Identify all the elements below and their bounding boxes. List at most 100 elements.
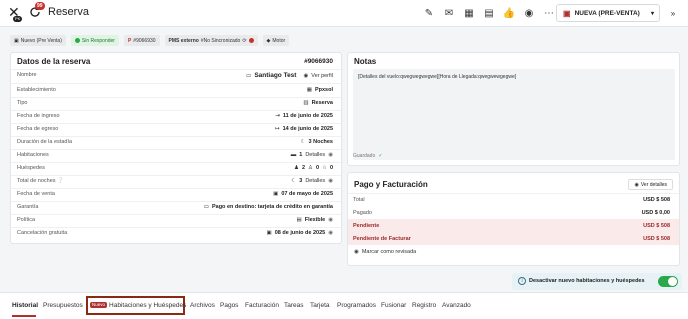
row-huespedes: Huéspedes ♟ 2 ♙ 0 ♘ 0 [11, 162, 341, 174]
saved-status: Guardado ✓ [353, 153, 382, 159]
row-cancelacion: Cancelación gratuita ▣ 08 de junio de 202… [11, 227, 341, 239]
bed-icon: ▬ [290, 152, 297, 158]
ver-perfil-link[interactable]: Ver perfil [311, 73, 333, 79]
expand-button[interactable]: » [664, 4, 682, 22]
toggle-banner: i Desactivar nuevo habitaciones y huéspe… [512, 273, 682, 290]
tag-id[interactable]: P #9066930 [123, 35, 160, 46]
tag-label: Sin Responder [81, 37, 115, 44]
close-badge: PK [13, 16, 23, 22]
saved-label: Guardado [353, 153, 376, 159]
notas-title: Notas [354, 57, 377, 66]
row-label: Garantía [17, 204, 39, 210]
tab-archivos[interactable]: Archivos [190, 302, 215, 309]
tab-registro[interactable]: Registro [412, 302, 436, 309]
toggle-switch[interactable] [658, 276, 678, 287]
tab-facturacion[interactable]: Facturación [245, 302, 279, 309]
sync-icon: ⟳ [242, 37, 247, 44]
row-label: Total de noches [17, 178, 56, 184]
status-dropdown[interactable]: ▣ NUEVA (PRE-VENTA) ▾ [556, 4, 660, 22]
info-icon: i [518, 277, 526, 285]
eye-icon[interactable]: ◉ [328, 178, 333, 184]
row-value: Flexible [304, 217, 326, 223]
row-label: Huéspedes [17, 165, 45, 171]
row-value: 07 de mayo de 2025 [281, 191, 333, 197]
row-label: Pendiente [353, 223, 380, 229]
row-label: Política [17, 217, 36, 223]
row-politica: Política ▤ Flexible ◉ [11, 214, 341, 226]
thumbs-up-icon[interactable]: 👍 [500, 4, 518, 22]
row-egreso: Fecha de egreso ↦ 14 de junio de 2025 [11, 123, 341, 135]
tag-motor[interactable]: ◆ Motor [262, 35, 290, 46]
row-tipo: Tipo ▥ Reserva [11, 97, 341, 109]
eye-icon: ◉ [634, 181, 639, 188]
eye-icon[interactable]: ◉ [328, 230, 333, 236]
reserva-title: Datos de la reserva [17, 57, 91, 66]
eye-icon[interactable]: ◉ [328, 217, 333, 223]
row-value: USD $ 0,00 [641, 210, 670, 216]
tab-bar: Historial Presupuestos Nuevo Habitaciones… [0, 292, 688, 319]
moon-icon: ☾ [300, 139, 306, 145]
sync-button[interactable]: 99 [28, 2, 45, 19]
toolbar-icons: ✎ ✉ ▦ ▤ 👍 ◉ ⋯ [420, 4, 558, 22]
status-label: NUEVA (PRE-VENTA) [574, 9, 640, 17]
tab-presupuestos[interactable]: Presupuestos [43, 302, 83, 309]
row-ingreso: Fecha de ingreso ⇥ 11 de junio de 2025 [11, 110, 341, 122]
infants-count: 0 [329, 165, 333, 171]
children-count: 0 [315, 165, 319, 171]
tag-extra: #No Sincronizado [200, 37, 241, 44]
p-icon: P [127, 37, 132, 44]
nuevo-badge: Nuevo [90, 302, 108, 309]
tab-programados[interactable]: Programados [337, 302, 376, 309]
row-value: 08 de junio de 2025 [274, 230, 326, 236]
marcar-revisada-button[interactable]: ◉ Marcar como revisada [354, 249, 416, 255]
row-value: USD $ 508 [643, 236, 670, 242]
close-button[interactable]: ✕ PK [8, 5, 23, 22]
notes-textarea[interactable]: [Detalles del vuelo:qwegwegwegwe][Hora d… [353, 69, 675, 160]
detalles-link[interactable]: Detalles [305, 152, 325, 158]
tab-historial[interactable]: Historial [12, 302, 38, 309]
calendar-icon: ▣ [273, 191, 279, 197]
button-label: Marcar como revisada [361, 249, 417, 255]
reserva-id: #9066930 [304, 58, 333, 65]
pago-panel: Pago y Facturación ◉ Ver detalles Total US… [347, 172, 680, 266]
logout-icon: ↦ [274, 126, 280, 132]
eye-icon[interactable]: ◉ [328, 152, 333, 158]
mail-icon[interactable]: ✉ [440, 4, 458, 22]
pencil-icon[interactable]: ✎ [420, 4, 438, 22]
tab-fusionar[interactable]: Fusionar [381, 302, 406, 309]
tag-pms[interactable]: PMS externo #No Sincronizado ⟳ [164, 35, 258, 46]
tab-tareas[interactable]: Tareas [284, 302, 304, 309]
row-label: Nombre [17, 72, 37, 78]
row-value: Ppxsol [314, 87, 333, 93]
tab-tarjeta[interactable]: Tarjeta [310, 302, 330, 309]
tag-label: PMS externo [168, 37, 199, 44]
detalles-link[interactable]: Detalles [305, 178, 325, 184]
active-tab-indicator [12, 315, 36, 317]
row-value: 1 [299, 152, 303, 158]
document-icon[interactable]: ▤ [480, 4, 498, 22]
ver-detalles-button[interactable]: ◉ Ver detalles [628, 179, 673, 190]
calendar-icon: ▣ [563, 8, 571, 18]
moon-icon: ☾ [291, 178, 297, 184]
toggle-label: Desactivar nuevo habitaciones y huéspede… [529, 278, 645, 284]
tab-avanzado[interactable]: Avanzado [442, 302, 471, 309]
tag-sin-responder[interactable]: Sin Responder [70, 35, 119, 46]
help-icon[interactable]: ❔ [57, 178, 64, 184]
tab-pagos[interactable]: Pagos [220, 302, 238, 309]
row-label: Fecha de venta [17, 191, 55, 197]
row-label: Fecha de egreso [17, 126, 59, 132]
calculator-icon[interactable]: ▦ [460, 4, 478, 22]
card-icon: ▭ [203, 204, 209, 210]
row-label: Total [353, 197, 365, 203]
adults-count: 2 [301, 165, 305, 171]
row-label: Cancelación gratuita [17, 230, 68, 236]
row-label: Pendiente de Facturar [353, 236, 411, 242]
top-bar: ✕ PK 99 Reserva ✎ ✉ ▦ ▤ 👍 ◉ ⋯ ▣ NUEVA (PR… [0, 0, 688, 27]
tab-habitaciones[interactable]: Nuevo Habitaciones y Huéspedes [90, 302, 186, 309]
pago-title: Pago y Facturación [354, 180, 428, 189]
tag-status[interactable]: ▣ Nuevo (Pre Venta) [10, 35, 66, 46]
tag-icon: ◆ [266, 37, 271, 44]
toggle-knob [668, 277, 677, 286]
row-label: Tipo [17, 100, 28, 106]
coins-icon[interactable]: ◉ [520, 4, 538, 22]
